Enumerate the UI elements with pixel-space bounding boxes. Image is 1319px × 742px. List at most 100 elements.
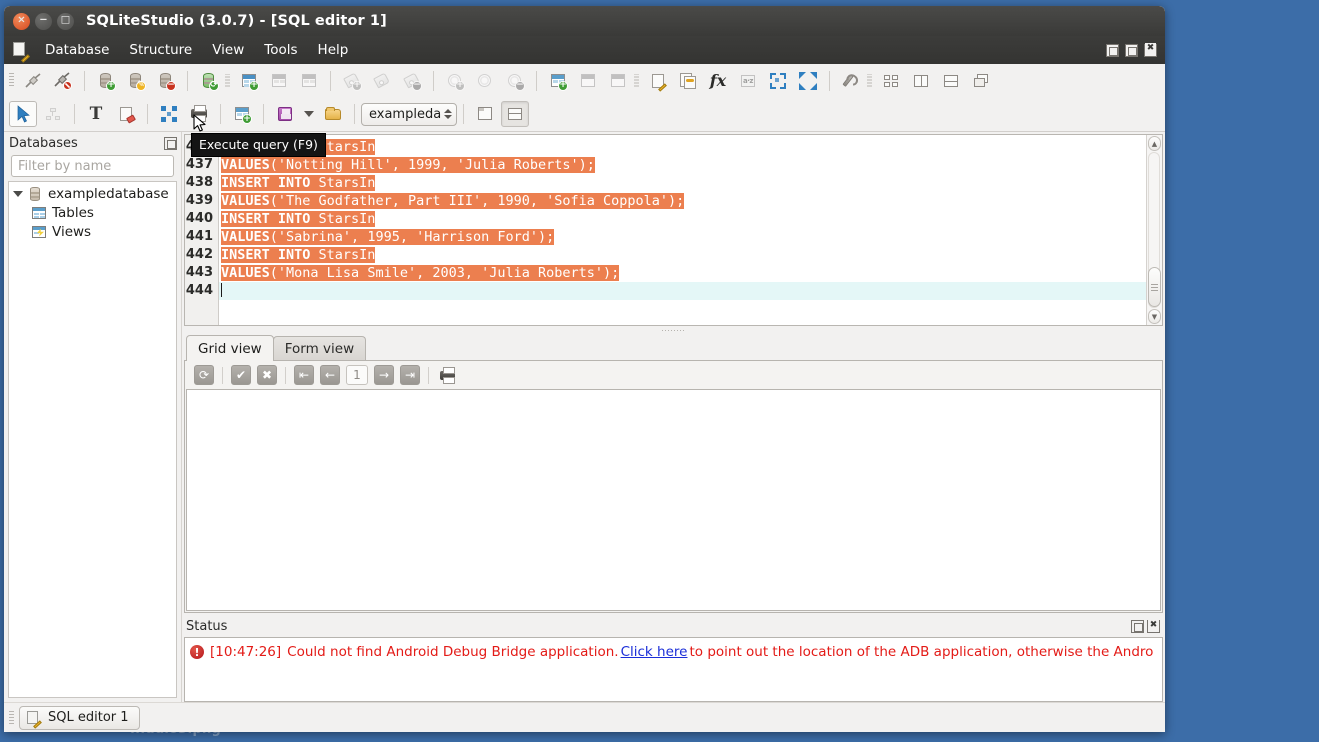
editor-vertical-scrollbar[interactable]: ▲ ▼ <box>1146 135 1162 325</box>
taskbar-grip[interactable] <box>8 709 15 726</box>
save-sql-file-button[interactable] <box>271 101 299 127</box>
create-index-button[interactable]: + <box>338 68 366 94</box>
menu-item-database[interactable]: Database <box>35 39 119 61</box>
remove-database-button[interactable]: − <box>152 68 180 94</box>
tables-icon <box>31 205 48 221</box>
filter-input[interactable]: Filter by name <box>11 155 174 177</box>
status-message-list[interactable]: ! [10:47:26] Could not find Android Debu… <box>184 637 1163 702</box>
mdi-close-button[interactable] <box>1144 42 1157 57</box>
format-sql-button[interactable]: T <box>82 101 110 127</box>
close-icon[interactable] <box>1147 619 1160 633</box>
scrollbar-thumb[interactable] <box>1148 267 1161 307</box>
next-page-button[interactable]: → <box>374 365 394 385</box>
add-database-button[interactable]: + <box>92 68 120 94</box>
menu-item-tools[interactable]: Tools <box>254 39 307 61</box>
status-click-here-link[interactable]: Click here <box>621 644 688 660</box>
mdi-minimize-button[interactable] <box>1106 43 1119 57</box>
tree-item-exampledatabase[interactable]: exampledatabase <box>9 184 176 203</box>
rollback-button[interactable]: ✖ <box>257 365 277 385</box>
results-in-tab-button[interactable] <box>471 101 499 127</box>
delete-view-button[interactable] <box>604 68 632 94</box>
refresh-database-button[interactable]: ⟳ <box>195 68 223 94</box>
scroll-down-icon[interactable]: ▼ <box>1148 309 1161 324</box>
database-tree[interactable]: exampledatabase Tables Views <box>8 181 177 698</box>
export-data-button[interactable] <box>794 68 822 94</box>
sql-code-content[interactable]: INSERT INTO StarsIn VALUES('Notting Hill… <box>219 135 1146 325</box>
print-results-button[interactable] <box>185 101 213 127</box>
last-page-button[interactable]: ⇥ <box>400 365 420 385</box>
delete-index-button[interactable]: − <box>398 68 426 94</box>
tree-item-label: exampledatabase <box>48 185 169 202</box>
splitter-handle[interactable] <box>184 326 1163 335</box>
window-maximize-button[interactable]: □ <box>57 12 74 30</box>
export-results-button[interactable]: + <box>228 101 256 127</box>
tile-windows-button[interactable] <box>877 68 905 94</box>
expand-query-button[interactable] <box>155 101 183 127</box>
toolbar-grip[interactable] <box>866 73 873 88</box>
open-collation-editor-button[interactable]: a·z <box>734 68 762 94</box>
commit-button[interactable]: ✔ <box>231 365 251 385</box>
delete-trigger-button[interactable]: − <box>501 68 529 94</box>
print-grid-button[interactable] <box>437 365 459 385</box>
disconnect-database-button[interactable] <box>49 68 77 94</box>
menu-item-help[interactable]: Help <box>308 39 359 61</box>
window-minimize-button[interactable]: − <box>35 12 52 30</box>
open-sql-file-button[interactable] <box>319 101 347 127</box>
toolbar-separator <box>829 70 830 91</box>
open-sql-editor-button[interactable] <box>644 68 672 94</box>
scroll-up-icon[interactable]: ▲ <box>1148 136 1161 151</box>
tree-item-tables[interactable]: Tables <box>9 203 176 222</box>
connect-database-button[interactable] <box>19 68 47 94</box>
line-number: 444 <box>185 283 213 298</box>
database-combobox-value: exampleda <box>369 106 442 122</box>
edit-view-button[interactable] <box>574 68 602 94</box>
index-add-icon: + <box>342 71 362 91</box>
open-configuration-button[interactable] <box>837 68 865 94</box>
edit-trigger-button[interactable] <box>471 68 499 94</box>
first-page-button[interactable]: ⇤ <box>294 365 314 385</box>
create-table-button[interactable]: + <box>235 68 263 94</box>
window-close-button[interactable]: × <box>13 12 30 30</box>
open-ddl-history-button[interactable] <box>674 68 702 94</box>
sql-text-editor[interactable]: 436 437 438 439 440 441 442 443 444 INSE… <box>184 134 1163 326</box>
mdi-restore-button[interactable] <box>1125 43 1138 57</box>
import-data-button[interactable] <box>764 68 792 94</box>
views-icon <box>31 224 48 240</box>
results-grid[interactable] <box>186 389 1161 611</box>
float-icon[interactable] <box>1131 620 1144 633</box>
toolbar-separator <box>84 70 85 91</box>
tile-vertically-button[interactable] <box>907 68 935 94</box>
page-number-field[interactable]: 1 <box>346 365 368 385</box>
tab-form-view[interactable]: Form view <box>272 336 367 361</box>
menu-item-view[interactable]: View <box>202 39 254 61</box>
delete-table-button[interactable] <box>295 68 323 94</box>
chevron-down-icon[interactable] <box>13 190 23 197</box>
results-below-button[interactable] <box>501 101 529 127</box>
trigger-add-icon: + <box>445 71 465 91</box>
menu-item-structure[interactable]: Structure <box>119 39 202 61</box>
toolbar-grip[interactable] <box>8 71 15 90</box>
execute-query-button[interactable] <box>9 101 37 127</box>
save-dropdown-button[interactable] <box>301 101 317 127</box>
edit-database-button[interactable]: ✎ <box>122 68 150 94</box>
create-trigger-button[interactable]: + <box>441 68 469 94</box>
explain-query-plan-button[interactable] <box>39 101 67 127</box>
toolbar-grip[interactable] <box>633 73 640 88</box>
float-icon[interactable] <box>164 136 177 150</box>
create-view-button[interactable]: + <box>544 68 572 94</box>
tree-item-views[interactable]: Views <box>9 222 176 241</box>
sql-text: StarsIn <box>310 175 376 191</box>
edit-table-button[interactable] <box>265 68 293 94</box>
tab-grid-view[interactable]: Grid view <box>186 335 274 361</box>
cascade-windows-button[interactable] <box>967 68 995 94</box>
clear-editor-button[interactable] <box>112 101 140 127</box>
tile-horizontally-button[interactable] <box>937 68 965 94</box>
taskbar-button-sql-editor-1[interactable]: SQL editor 1 <box>19 705 140 730</box>
refresh-results-button[interactable]: ⟳ <box>194 365 214 385</box>
open-function-editor-button[interactable]: fx <box>704 68 732 94</box>
code-line: VALUES('Notting Hill', 1999, 'Julia Robe… <box>219 156 1146 174</box>
previous-page-button[interactable]: ← <box>320 365 340 385</box>
edit-index-button[interactable] <box>368 68 396 94</box>
toolbar-grip[interactable] <box>224 73 231 88</box>
database-combobox[interactable]: exampleda <box>361 102 457 126</box>
